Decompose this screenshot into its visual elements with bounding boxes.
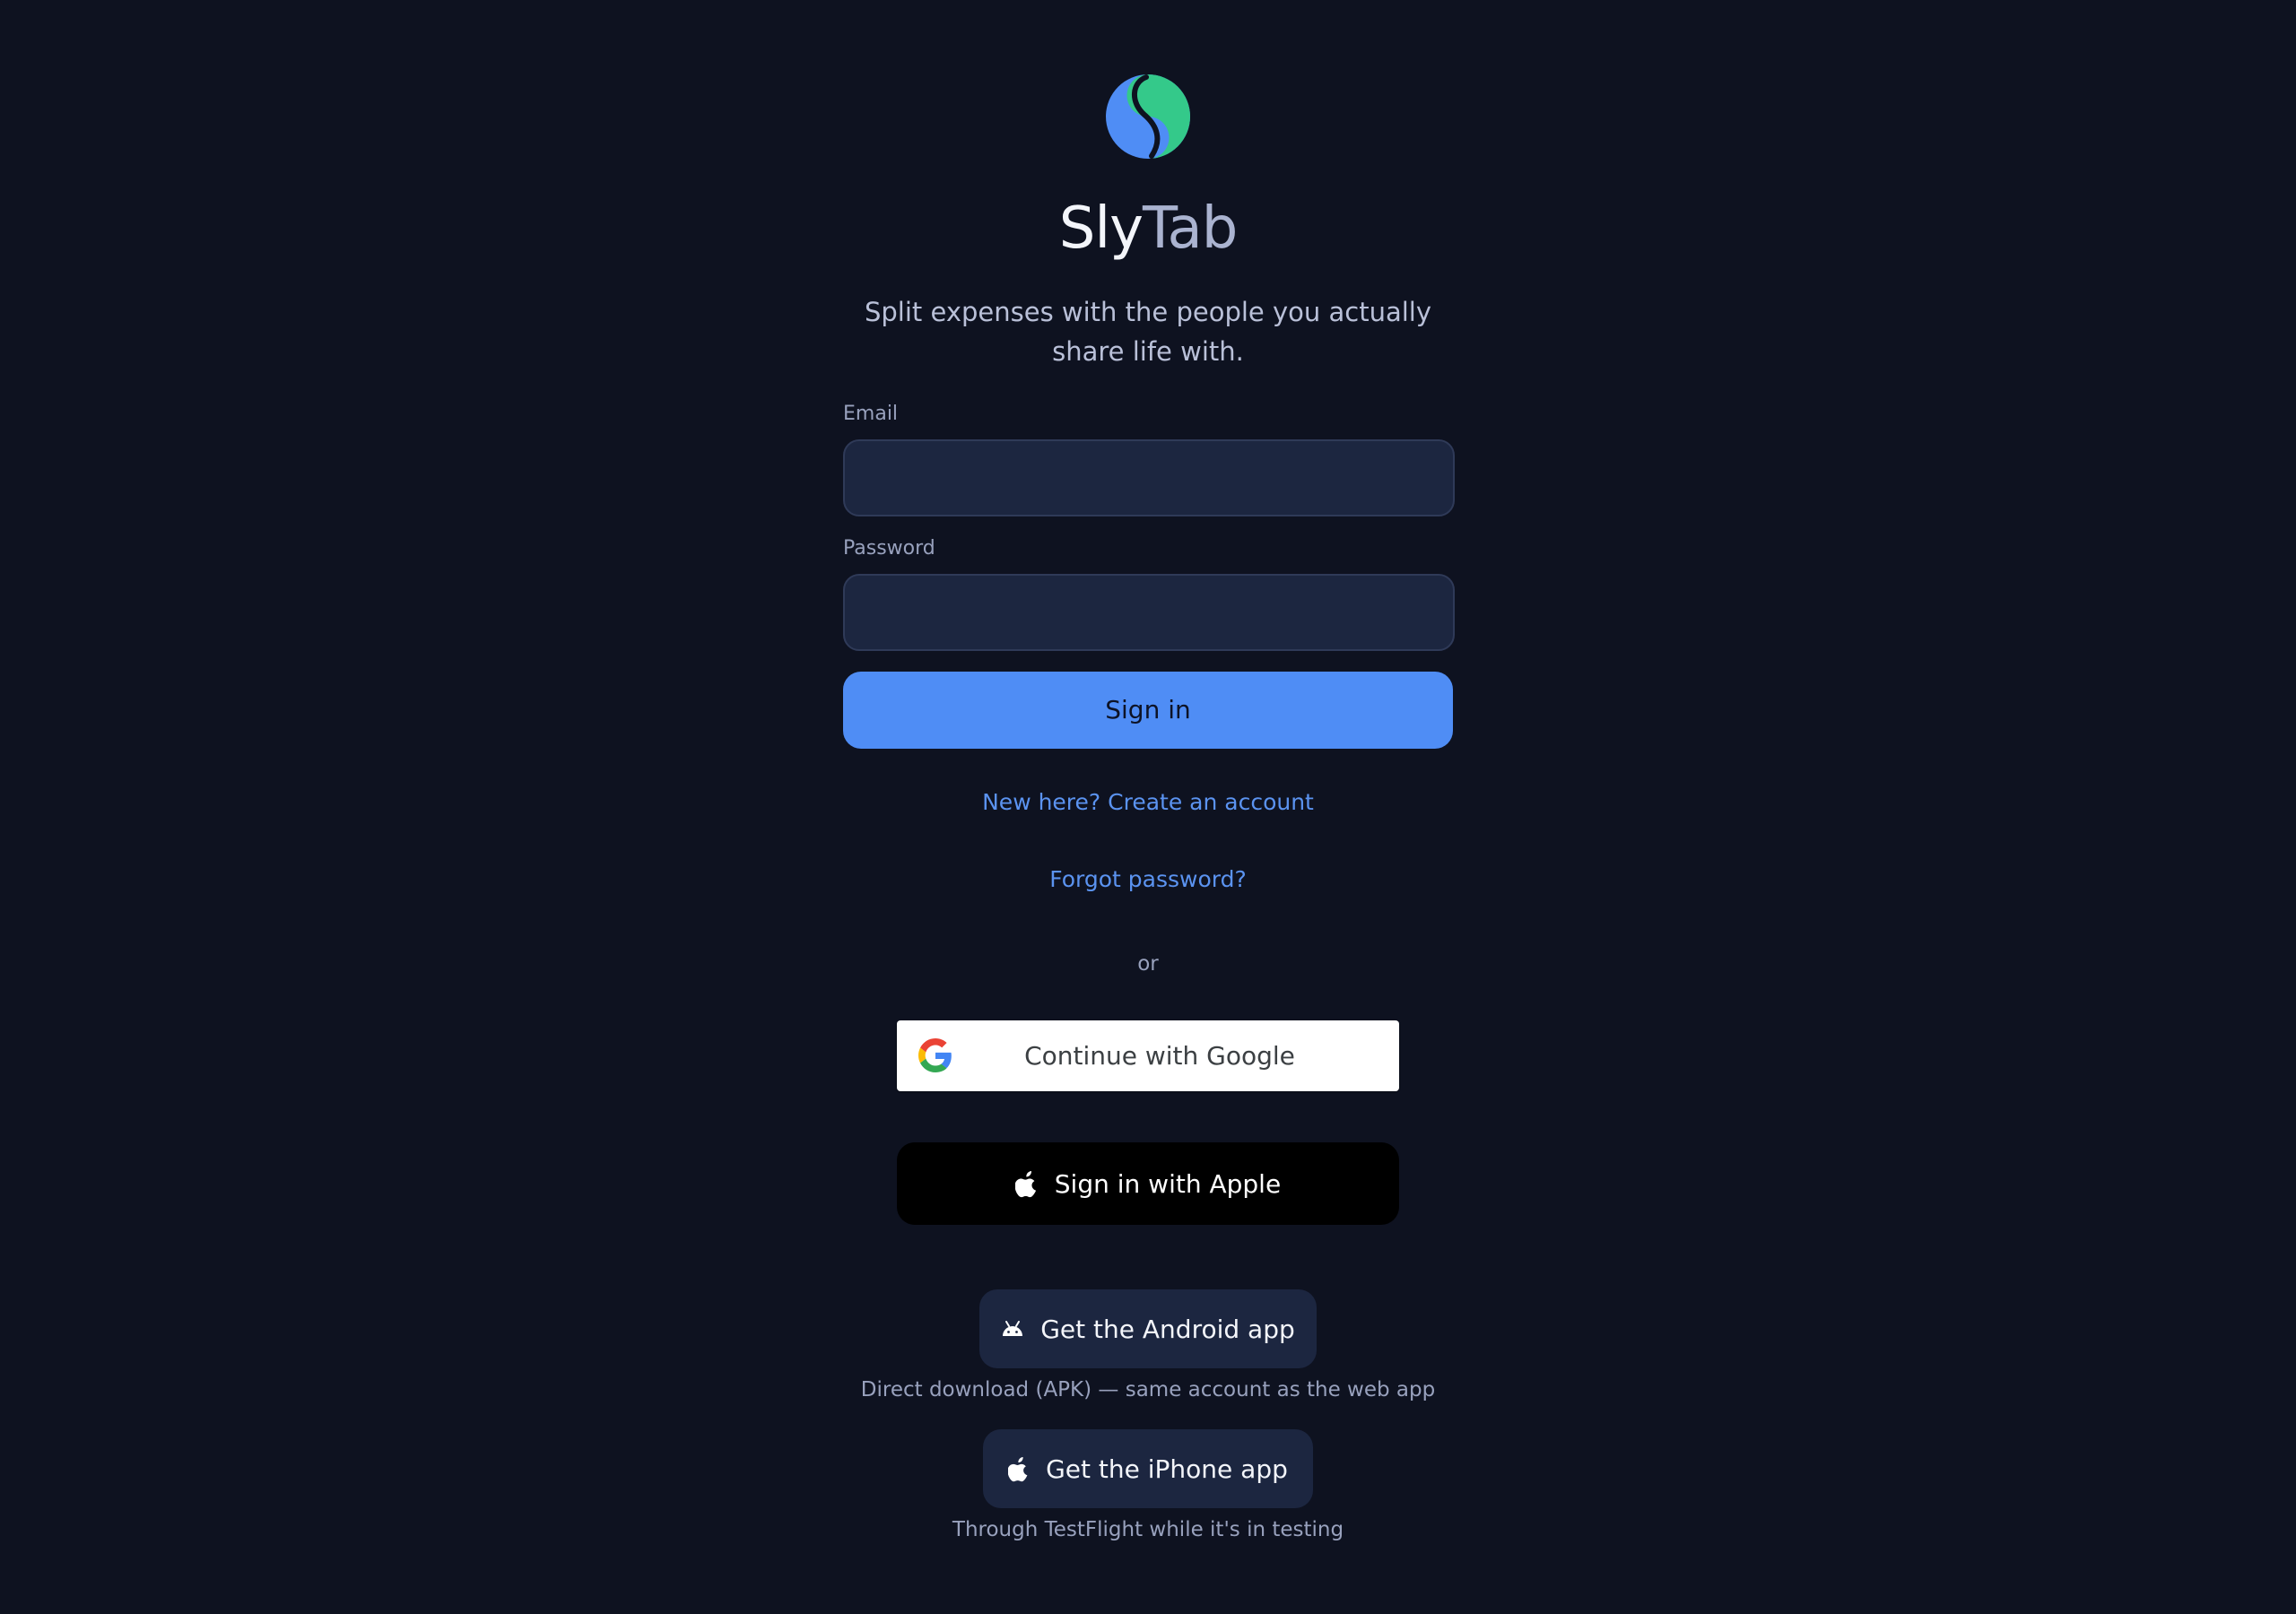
app-title: SlyTab <box>0 193 2296 265</box>
create-account-link[interactable]: New here? Create an account <box>0 788 2296 817</box>
get-iphone-app-button[interactable]: Get the iPhone app <box>983 1429 1313 1508</box>
android-icon <box>1001 1320 1024 1340</box>
sign-in-button[interactable]: Sign in <box>843 672 1453 749</box>
email-field[interactable] <box>843 439 1455 516</box>
iphone-app-note: Through TestFlight while it's in testing <box>952 1518 1344 1541</box>
get-android-app-button[interactable]: Get the Android app <box>979 1289 1317 1368</box>
apple-icon <box>1008 1457 1030 1482</box>
forgot-password-link[interactable]: Forgot password? <box>0 865 2296 894</box>
login-page: SlyTab Split expenses with the people yo… <box>0 0 2296 1614</box>
app-title-part-2: Tab <box>1142 195 1238 262</box>
sign-in-with-apple-button[interactable]: Sign in with Apple <box>897 1142 1399 1225</box>
email-label: Email <box>843 403 899 425</box>
apple-button-label: Sign in with Apple <box>1054 1169 1282 1199</box>
password-field[interactable] <box>843 574 1455 651</box>
android-button-label: Get the Android app <box>1040 1315 1295 1344</box>
or-divider: or <box>1137 952 1159 976</box>
slytab-logo-icon <box>1105 74 1191 160</box>
apple-icon <box>1014 1171 1039 1198</box>
tagline: Split expenses with the people you actua… <box>864 297 1431 367</box>
iphone-button-label: Get the iPhone app <box>1046 1454 1288 1484</box>
app-title-part-1: Sly <box>1058 195 1144 262</box>
android-app-note: Direct download (APK) — same account as … <box>860 1378 1436 1401</box>
continue-with-google-button[interactable]: Continue with Google <box>897 1020 1399 1091</box>
google-button-label: Continue with Google <box>1024 1041 1295 1071</box>
password-label: Password <box>843 537 935 560</box>
